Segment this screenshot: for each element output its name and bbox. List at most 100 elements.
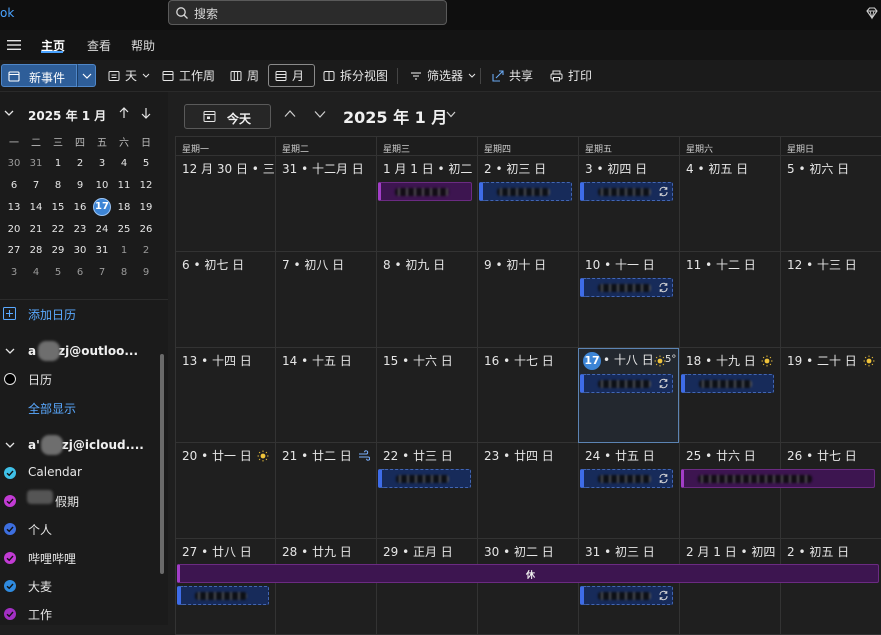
calendar-event[interactable] — [580, 469, 673, 489]
tab-help[interactable]: 帮助 — [131, 37, 155, 54]
day-cell[interactable]: 2 • 初五 日 — [780, 539, 881, 635]
calendar-event[interactable] — [177, 586, 269, 606]
mini-calendar-day[interactable]: 18 — [113, 202, 135, 213]
day-cell[interactable]: 11 • 十二 日 — [679, 251, 780, 348]
day-cell[interactable]: 4 • 初五 日 — [679, 156, 780, 252]
calendar-item[interactable]: 假期 — [0, 490, 165, 512]
checkbox-icon[interactable] — [4, 608, 16, 620]
day-cell[interactable]: 24 • 廿五 日 — [578, 443, 679, 540]
share-button[interactable]: 共享 — [492, 64, 533, 87]
print-button[interactable]: 打印 — [550, 64, 592, 87]
checkbox-icon[interactable] — [4, 579, 16, 592]
mini-calendar-day[interactable]: 26 — [135, 224, 157, 235]
day-cell[interactable]: 1 月 1 日 • 初二 日 — [376, 156, 488, 252]
mini-calendar-day[interactable]: 24 — [91, 224, 113, 235]
chevron-down-icon[interactable] — [5, 441, 15, 449]
mini-calendar-day[interactable]: 7 — [25, 180, 47, 191]
mini-calendar-title[interactable]: 2025 年 1 月 — [28, 107, 106, 124]
day-cell[interactable]: 23 • 廿四 日 — [477, 443, 578, 540]
day-cell[interactable]: 9 • 初十 日 — [477, 251, 578, 348]
mini-calendar-day[interactable]: 30 — [69, 245, 91, 256]
mini-calendar-day[interactable]: 28 — [25, 245, 47, 256]
mini-calendar-day[interactable]: 5 — [135, 158, 157, 169]
mini-calendar-day[interactable]: 15 — [47, 202, 69, 213]
mini-calendar-today[interactable]: 17 — [93, 198, 111, 217]
mini-calendar-day[interactable]: 1 — [113, 245, 135, 256]
day-cell[interactable]: 6 • 初七 日 — [175, 251, 275, 348]
mini-calendar-day[interactable]: 17 — [91, 198, 113, 217]
chevron-down-icon[interactable] — [4, 109, 14, 117]
diamond-icon[interactable] — [865, 6, 879, 20]
calendar-item[interactable]: 哔哩哔哩 — [0, 547, 165, 569]
arrow-up-icon[interactable] — [117, 106, 131, 120]
mini-calendar-day[interactable]: 20 — [3, 224, 25, 235]
checkbox-icon[interactable] — [4, 523, 16, 536]
calendar-event[interactable] — [378, 182, 472, 201]
hamburger-icon[interactable] — [7, 39, 21, 51]
calendar-event[interactable] — [580, 277, 673, 297]
mini-calendar-day[interactable]: 1 — [47, 158, 69, 169]
view-month-button[interactable]: 月 — [268, 64, 315, 87]
split-view-button[interactable]: 拆分视图 — [323, 64, 388, 87]
mini-calendar-day[interactable]: 31 — [25, 158, 47, 169]
calendar-item[interactable]: 个人 — [0, 518, 165, 540]
search-input[interactable]: 搜索 — [168, 0, 447, 25]
calendar-event[interactable] — [580, 182, 673, 201]
calendar-event[interactable] — [580, 586, 673, 606]
add-calendar-icon[interactable] — [3, 307, 16, 320]
mini-calendar-day[interactable]: 8 — [47, 180, 69, 191]
day-cell[interactable]: 14 • 十五 日 — [275, 347, 376, 444]
day-cell[interactable]: 10 • 十一 日 — [578, 251, 679, 348]
day-cell[interactable]: 25 • 廿六 日 — [679, 443, 780, 540]
mini-calendar-day[interactable]: 3 — [91, 158, 113, 169]
show-all-link[interactable]: 全部显示 — [28, 400, 76, 417]
day-cell[interactable]: 22 • 廿三 日 — [376, 443, 477, 540]
calendar-item[interactable]: Calendar — [0, 462, 165, 484]
day-cell[interactable]: 30 • 初二 日 — [477, 539, 578, 635]
sidebar-scrollbar[interactable] — [160, 354, 164, 574]
mini-calendar-day[interactable]: 2 — [69, 158, 91, 169]
mini-calendar-day[interactable]: 13 — [3, 202, 25, 213]
mini-calendar-day[interactable]: 29 — [47, 245, 69, 256]
chevron-up-icon[interactable] — [284, 109, 296, 118]
day-cell[interactable]: 5 • 初六 日 — [780, 156, 881, 252]
mini-calendar-day[interactable]: 4 — [25, 267, 47, 278]
day-cell[interactable]: 28 • 廿九 日 — [275, 539, 376, 635]
mini-calendar-day[interactable]: 9 — [135, 267, 157, 278]
new-event-button[interactable]: 新事件 — [1, 64, 77, 87]
chevron-down-icon[interactable] — [314, 110, 326, 119]
mini-calendar-day[interactable]: 3 — [3, 267, 25, 278]
checkbox-icon[interactable] — [4, 551, 16, 564]
mini-calendar-day[interactable]: 11 — [113, 180, 135, 191]
mini-calendar-day[interactable]: 16 — [69, 202, 91, 213]
day-cell[interactable]: 16 • 十七 日 — [477, 347, 578, 444]
add-calendar-link[interactable]: 添加日历 — [28, 306, 76, 323]
day-cell[interactable]: 2 月 1 日 • 初四 日 — [679, 539, 791, 635]
mini-calendar-day[interactable]: 31 — [91, 245, 113, 256]
calendar-item-default[interactable]: 日历 — [0, 368, 165, 390]
day-cell[interactable]: 8 • 初九 日 — [376, 251, 477, 348]
today-button[interactable]: 今天 — [184, 104, 271, 129]
day-cell[interactable]: 2 • 初三 日 — [477, 156, 578, 252]
mini-calendar-day[interactable]: 7 — [91, 267, 113, 278]
view-day-button[interactable]: 天 — [108, 64, 155, 87]
calendar-event[interactable] — [681, 469, 875, 489]
day-cell[interactable]: 26 • 廿七 日 — [780, 443, 881, 540]
day-cell[interactable]: 7 • 初八 日 — [275, 251, 376, 348]
mini-calendar-day[interactable]: 6 — [3, 180, 25, 191]
day-cell[interactable]: 12 月 30 日 • 三... — [175, 156, 286, 252]
mini-calendar-day[interactable]: 22 — [47, 224, 69, 235]
mini-calendar-day[interactable]: 12 — [135, 180, 157, 191]
mini-calendar-day[interactable]: 10 — [91, 180, 113, 191]
calendar-item[interactable]: 大麦 — [0, 575, 165, 597]
mini-calendar-day[interactable]: 21 — [25, 224, 47, 235]
calendar-event[interactable] — [580, 373, 673, 393]
mini-calendar-day[interactable]: 6 — [69, 267, 91, 278]
view-work-week-button[interactable]: 工作周 — [162, 64, 215, 87]
mini-calendar-day[interactable]: 9 — [69, 180, 91, 191]
mini-calendar-day[interactable]: 30 — [3, 158, 25, 169]
checkbox-icon[interactable] — [4, 467, 16, 479]
view-week-button[interactable]: 周 — [230, 64, 259, 87]
day-cell[interactable]: 29 • 正月 日 — [376, 539, 477, 635]
mini-calendar-day[interactable]: 8 — [113, 267, 135, 278]
